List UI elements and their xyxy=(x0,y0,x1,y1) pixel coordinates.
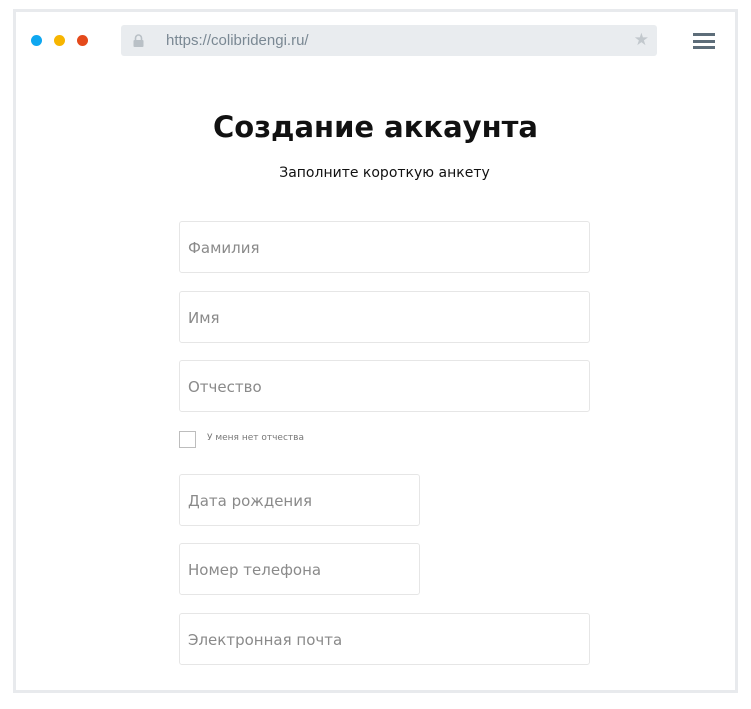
last-name-input[interactable]: Фамилия xyxy=(179,221,590,273)
birth-date-placeholder: Дата рождения xyxy=(188,492,312,510)
star-icon[interactable]: ★ xyxy=(634,30,649,50)
hamburger-icon[interactable] xyxy=(693,33,715,49)
lock-icon xyxy=(133,34,144,47)
email-input[interactable]: Электронная почта xyxy=(179,613,590,665)
birth-date-input[interactable]: Дата рождения xyxy=(179,474,420,526)
window-dot-blue[interactable] xyxy=(31,35,42,46)
url-text: https://colibridengi.ru/ xyxy=(166,32,309,49)
patronymic-input[interactable]: Отчество xyxy=(179,360,590,412)
window-dot-yellow[interactable] xyxy=(54,35,65,46)
last-name-placeholder: Фамилия xyxy=(188,239,260,257)
first-name-placeholder: Имя xyxy=(188,309,220,327)
window-dot-red[interactable] xyxy=(77,35,88,46)
first-name-input[interactable]: Имя xyxy=(179,291,590,343)
no-patronymic-label[interactable]: У меня нет отчества xyxy=(207,433,304,443)
phone-placeholder: Номер телефона xyxy=(188,561,322,579)
page-subtitle: Заполните короткую анкету xyxy=(279,165,490,181)
page-title: Создание аккаунта xyxy=(213,110,538,144)
address-bar[interactable]: https://colibridengi.ru/ ★ xyxy=(121,25,657,56)
phone-input[interactable]: Номер телефона xyxy=(179,543,420,595)
patronymic-placeholder: Отчество xyxy=(188,378,262,396)
email-placeholder: Электронная почта xyxy=(188,631,343,649)
no-patronymic-checkbox[interactable] xyxy=(179,431,196,448)
